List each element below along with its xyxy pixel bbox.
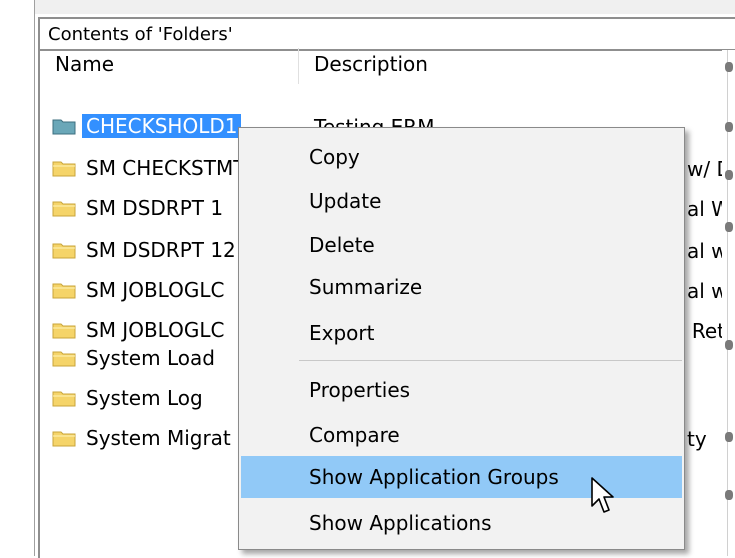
context-menu: Copy Update Delete Summarize Export Prop… <box>238 127 685 550</box>
list-item-name: SM JOBLOGLC <box>86 318 225 342</box>
folder-icon <box>52 241 76 259</box>
menu-item-copy[interactable]: Copy <box>241 136 682 178</box>
folder-icon <box>52 281 76 299</box>
list-item[interactable]: System Migrat <box>52 421 235 455</box>
list-item[interactable]: SM CHECKSTMT <box>52 151 249 185</box>
folder-icon <box>52 429 76 447</box>
right-edge-mark <box>725 340 733 350</box>
list-item[interactable]: SM DSDRPT 12 <box>52 233 240 267</box>
menu-item-summarize[interactable]: Summarize <box>241 266 682 308</box>
folder-icon <box>52 159 76 177</box>
list-item-name: System Migrat <box>86 426 231 450</box>
column-header-name[interactable]: Name <box>55 52 114 76</box>
list-item-name: SM JOBLOGLC <box>86 278 225 302</box>
right-edge-mark <box>725 432 733 442</box>
folder-icon <box>52 349 76 367</box>
list-item-name: SM CHECKSTMT <box>86 156 246 180</box>
folder-icon <box>52 321 76 339</box>
right-edge-mark <box>725 170 733 180</box>
list-item-name: SM DSDRPT 12 <box>86 238 236 262</box>
menu-separator <box>299 360 682 361</box>
top-toolbar-strip <box>0 0 735 14</box>
arrow-cursor-icon <box>590 476 616 520</box>
list-item[interactable]: CHECKSHOLD1 <box>52 109 242 143</box>
menu-item-properties[interactable]: Properties <box>241 369 682 411</box>
folder-icon <box>52 117 76 135</box>
list-item-name: CHECKSHOLD1 <box>82 114 242 138</box>
right-edge-mark <box>725 222 733 232</box>
list-item[interactable]: SM JOBLOGLC <box>52 273 228 307</box>
list-item[interactable]: SM DSDRPT 1 <box>52 191 227 225</box>
list-item[interactable]: System Log <box>52 381 207 415</box>
menu-item-export[interactable]: Export <box>241 312 682 354</box>
menu-item-delete[interactable]: Delete <box>241 224 682 266</box>
list-item-name: SM DSDRPT 1 <box>86 196 224 220</box>
column-separator[interactable] <box>298 48 299 84</box>
menu-item-compare[interactable]: Compare <box>241 414 682 456</box>
column-header-description[interactable]: Description <box>314 52 428 76</box>
list-item-name: System Log <box>86 386 203 410</box>
panel-title: Contents of 'Folders' <box>40 19 735 51</box>
folder-icon <box>52 199 76 217</box>
right-edge-mark <box>725 490 733 500</box>
right-edge-mark <box>725 62 733 72</box>
left-navigation-pane <box>0 0 34 556</box>
pane-splitter[interactable] <box>34 0 35 556</box>
list-item-description: ty <box>687 427 707 451</box>
menu-item-update[interactable]: Update <box>241 180 682 222</box>
folder-icon <box>52 389 76 407</box>
right-edge-mark <box>725 122 733 132</box>
list-item-name: System Load <box>86 346 215 370</box>
list-item[interactable]: System Load <box>52 341 219 375</box>
